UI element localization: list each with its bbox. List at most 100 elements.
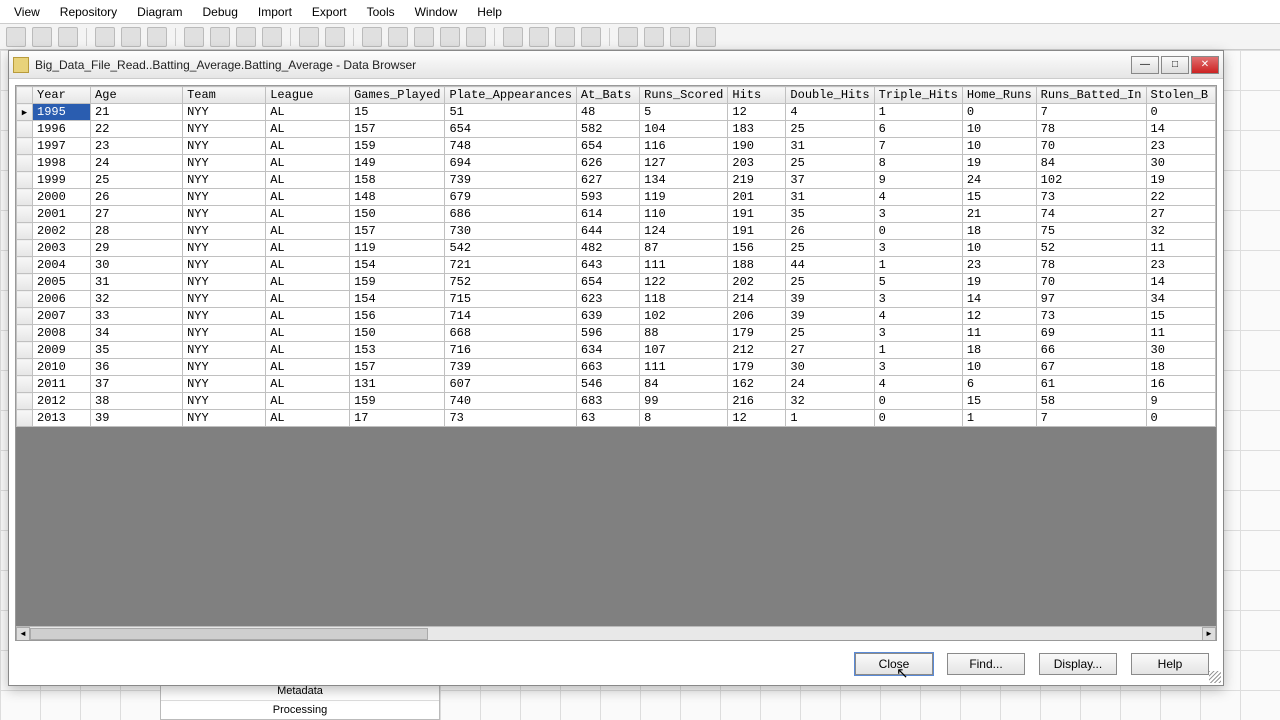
menu-item-repository[interactable]: Repository (50, 3, 127, 21)
cell[interactable]: 34 (1146, 291, 1216, 308)
cell[interactable]: 73 (1036, 308, 1146, 325)
cell[interactable]: 18 (962, 223, 1036, 240)
cell[interactable]: 203 (728, 155, 786, 172)
cell[interactable]: 162 (728, 376, 786, 393)
cell[interactable]: 714 (445, 308, 576, 325)
cell[interactable]: NYY (183, 240, 266, 257)
menu-item-diagram[interactable]: Diagram (127, 3, 192, 21)
cell[interactable]: 7 (1036, 104, 1146, 121)
cell[interactable]: 37 (786, 172, 874, 189)
cell[interactable]: 99 (640, 393, 728, 410)
table-row[interactable]: 200430NYYAL154721643111188441237823 (17, 257, 1216, 274)
cell[interactable]: NYY (183, 172, 266, 189)
cell[interactable]: 654 (576, 138, 639, 155)
cell[interactable]: 3 (874, 206, 962, 223)
cell[interactable]: 25 (91, 172, 183, 189)
cell[interactable]: 25 (786, 274, 874, 291)
cell[interactable]: 18 (1146, 359, 1216, 376)
table-row[interactable]: 200329NYYAL11954248287156253105211 (17, 240, 1216, 257)
cell[interactable]: 127 (640, 155, 728, 172)
cell[interactable]: 44 (786, 257, 874, 274)
table-row[interactable]: 201036NYYAL157739663111179303106718 (17, 359, 1216, 376)
cell[interactable]: 654 (576, 274, 639, 291)
cell[interactable]: 9 (874, 172, 962, 189)
toolbar-button[interactable] (388, 27, 408, 47)
cell[interactable]: NYY (183, 325, 266, 342)
cell[interactable]: 730 (445, 223, 576, 240)
cell[interactable]: 634 (576, 342, 639, 359)
cell[interactable]: 30 (1146, 342, 1216, 359)
cell[interactable]: 542 (445, 240, 576, 257)
cell[interactable]: NYY (183, 359, 266, 376)
cell[interactable]: NYY (183, 393, 266, 410)
cell[interactable]: 1998 (33, 155, 91, 172)
cell[interactable]: 150 (350, 206, 445, 223)
cell[interactable]: 159 (350, 274, 445, 291)
toolbar-button[interactable] (299, 27, 319, 47)
cell[interactable]: 31 (786, 189, 874, 206)
cell[interactable]: NYY (183, 291, 266, 308)
toolbar-button[interactable] (581, 27, 601, 47)
cell[interactable]: NYY (183, 121, 266, 138)
cell[interactable]: 546 (576, 376, 639, 393)
cell[interactable]: 12 (728, 104, 786, 121)
cell[interactable]: 29 (91, 240, 183, 257)
table-row[interactable]: 201238NYYAL1597406839921632015589 (17, 393, 1216, 410)
cell[interactable]: 668 (445, 325, 576, 342)
cell[interactable]: 654 (445, 121, 576, 138)
cell[interactable]: 2006 (33, 291, 91, 308)
cell[interactable]: NYY (183, 223, 266, 240)
cell[interactable]: 149 (350, 155, 445, 172)
cell[interactable]: 12 (728, 410, 786, 427)
cell[interactable]: 97 (1036, 291, 1146, 308)
cell[interactable]: 0 (874, 410, 962, 427)
cell[interactable]: 66 (1036, 342, 1146, 359)
cell[interactable]: 593 (576, 189, 639, 206)
cell[interactable]: 118 (640, 291, 728, 308)
cell[interactable]: 15 (350, 104, 445, 121)
cell[interactable]: 38 (91, 393, 183, 410)
cell[interactable]: 156 (350, 308, 445, 325)
cell[interactable]: 3 (874, 240, 962, 257)
cell[interactable]: AL (266, 172, 350, 189)
cell[interactable]: 24 (91, 155, 183, 172)
cell[interactable]: 18 (962, 342, 1036, 359)
cell[interactable]: 2000 (33, 189, 91, 206)
cell[interactable]: AL (266, 121, 350, 138)
cell[interactable]: 179 (728, 325, 786, 342)
cell[interactable]: 2013 (33, 410, 91, 427)
cell[interactable]: 191 (728, 206, 786, 223)
menu-item-help[interactable]: Help (467, 3, 512, 21)
toolbar-button[interactable] (529, 27, 549, 47)
cell[interactable]: 2004 (33, 257, 91, 274)
horizontal-scrollbar[interactable]: ◄ ► (16, 626, 1216, 640)
cell[interactable]: 1 (786, 410, 874, 427)
cell[interactable]: AL (266, 257, 350, 274)
cell[interactable]: 716 (445, 342, 576, 359)
toolbar-button[interactable] (32, 27, 52, 47)
cell[interactable]: 104 (640, 121, 728, 138)
cell[interactable]: 35 (786, 206, 874, 223)
cell[interactable]: NYY (183, 257, 266, 274)
table-row[interactable]: 200834NYYAL15066859688179253116911 (17, 325, 1216, 342)
cell[interactable]: 2012 (33, 393, 91, 410)
cell[interactable]: 119 (350, 240, 445, 257)
cell[interactable]: 11 (1146, 325, 1216, 342)
cell[interactable]: 6 (874, 121, 962, 138)
cell[interactable]: AL (266, 359, 350, 376)
cell[interactable]: 623 (576, 291, 639, 308)
cell[interactable]: 26 (786, 223, 874, 240)
cell[interactable]: 157 (350, 121, 445, 138)
cell[interactable]: 7 (1036, 410, 1146, 427)
cell[interactable]: 27 (786, 342, 874, 359)
cell[interactable]: 31 (786, 138, 874, 155)
cell[interactable]: 158 (350, 172, 445, 189)
cell[interactable]: 2002 (33, 223, 91, 240)
cell[interactable]: 111 (640, 257, 728, 274)
cell[interactable]: AL (266, 325, 350, 342)
toolbar-button[interactable] (325, 27, 345, 47)
cell[interactable]: 74 (1036, 206, 1146, 223)
cell[interactable]: 739 (445, 172, 576, 189)
cell[interactable]: 7 (874, 138, 962, 155)
toolbar-button[interactable] (6, 27, 26, 47)
